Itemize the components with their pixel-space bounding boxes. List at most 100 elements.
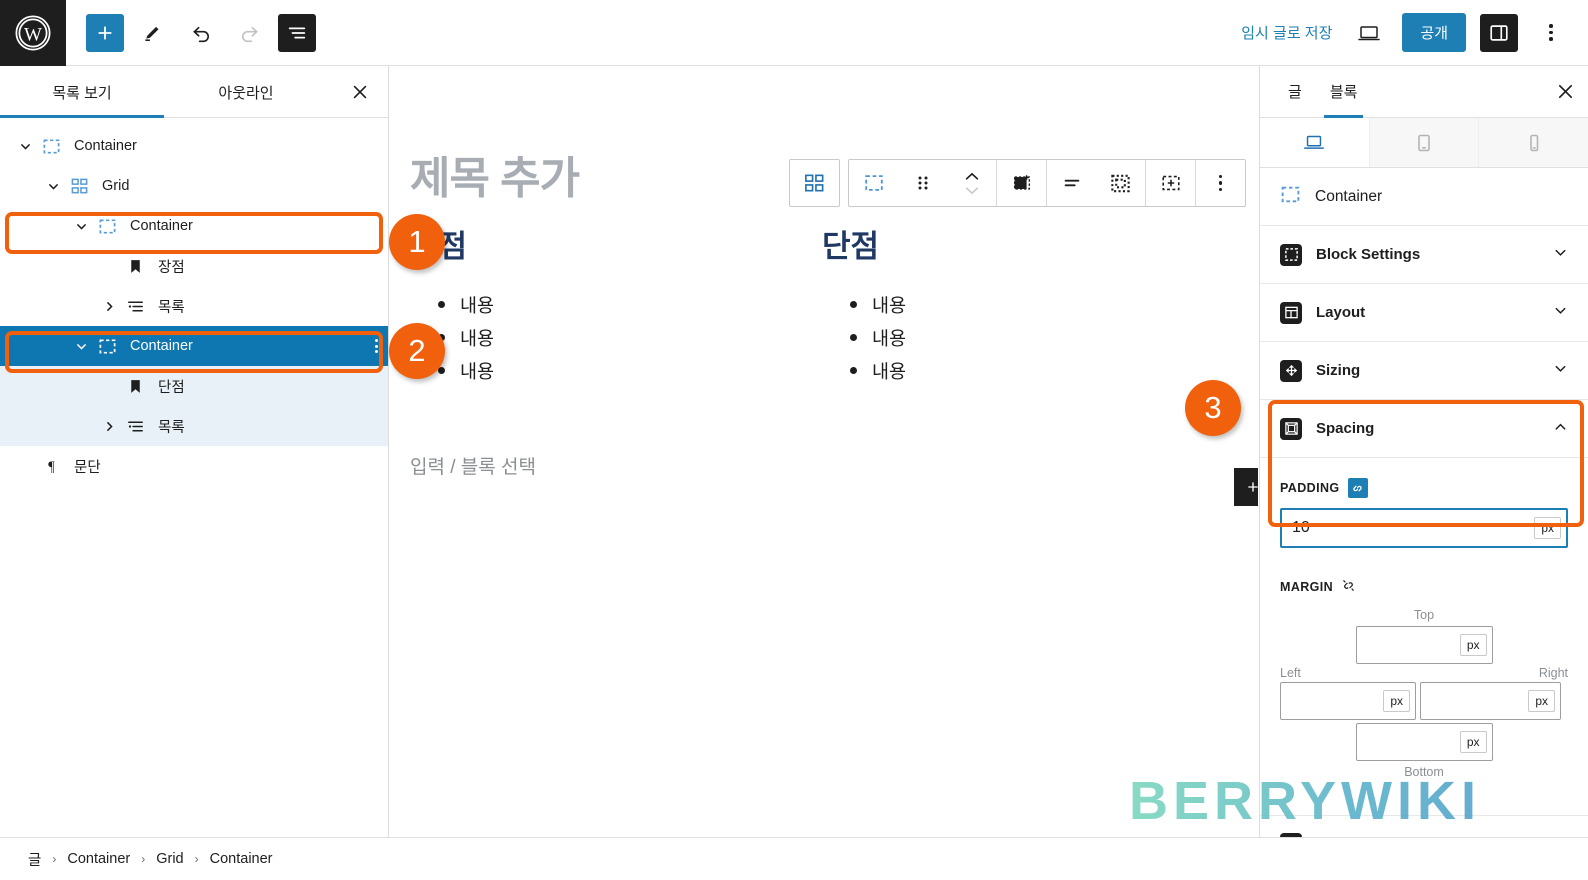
container-block-right[interactable]: 단점 내용 내용 내용 [822,221,1202,391]
list-view-toggle-button[interactable] [278,13,316,52]
padding-input-wrapper[interactable]: px [1280,508,1568,548]
padding-input[interactable] [1282,519,1535,537]
tree-row[interactable]: 목록 [0,286,388,326]
panel-block-settings[interactable]: Block Settings [1260,226,1588,284]
chevron-down-icon[interactable] [40,180,66,193]
preview-desktop-button[interactable] [1350,14,1388,52]
annotation-badge-3: 3 [1185,380,1241,436]
tab-post-settings[interactable]: 글 [1274,66,1316,118]
add-block-inside-icon[interactable] [1146,160,1195,206]
align-icon[interactable] [1047,160,1096,206]
select-parent-block-icon[interactable] [997,160,1046,206]
linked-sides-icon[interactable] [1347,478,1368,498]
margin-right-input-wrapper[interactable]: px [1420,682,1561,720]
tree-row[interactable]: 목록 [0,406,388,446]
chevron-down-icon[interactable] [1553,245,1568,264]
margin-left-input-wrapper[interactable]: px [1280,682,1416,720]
tab-list-view[interactable]: 목록 보기 [0,66,164,118]
margin-right-input[interactable] [1421,693,1529,709]
move-up-down-buttons[interactable] [947,160,996,206]
close-list-view-button[interactable] [344,66,388,118]
inline-block-inserter-button[interactable] [1234,468,1258,506]
list-block-advantages[interactable]: 내용 내용 내용 [410,292,790,384]
chevron-down-icon[interactable] [1553,303,1568,322]
tab-block-settings[interactable]: 블록 [1316,66,1372,118]
chevron-down-icon[interactable] [1553,361,1568,380]
tab-outline[interactable]: 아웃라인 [164,66,328,118]
list-item[interactable]: 내용 [850,325,1202,351]
tablet-device-tab[interactable] [1369,118,1480,167]
tree-row[interactable]: Container [0,126,388,166]
chevron-right-icon[interactable] [96,300,122,313]
padding-label: PADDING [1280,481,1340,495]
list-item[interactable]: 내용 [850,292,1202,318]
row-options-icon[interactable] [375,339,378,353]
undo-button[interactable] [182,14,220,52]
chevron-down-icon[interactable] [68,340,94,353]
margin-bottom-input-wrapper[interactable]: px [1355,723,1493,761]
tree-row-label: Container [130,338,193,354]
tree-row[interactable]: 단점 [0,366,388,406]
container-block-left[interactable]: 장점 내용 내용 내용 [410,221,790,391]
breadcrumb-item-post[interactable]: 글 [28,849,41,870]
list-item[interactable]: 내용 [850,358,1202,384]
margin-left-input[interactable] [1281,693,1384,709]
margin-right-unit[interactable]: px [1528,690,1555,712]
panel-sizing[interactable]: Sizing [1260,342,1588,400]
tree-row-container-selected[interactable]: Container [0,326,388,366]
empty-block-placeholder[interactable]: 입력 / 블록 선택 [410,452,536,479]
publish-button[interactable]: 공개 [1402,13,1466,52]
wordpress-logo-icon[interactable]: W [0,0,66,66]
edit-pencil-button[interactable] [134,14,172,52]
unlinked-sides-icon[interactable] [1341,578,1356,596]
tree-row-container-highlighted[interactable]: Container [0,206,388,246]
panel-spacing[interactable]: Spacing [1260,400,1588,458]
settings-tabs: 글 블록 [1260,66,1588,118]
margin-top-unit[interactable]: px [1459,634,1487,656]
breadcrumb-item-grid[interactable]: Grid [156,851,183,867]
container-block-icon[interactable] [849,160,898,206]
list-item[interactable]: 내용 [438,325,790,351]
margin-top-input-wrapper[interactable]: px [1355,626,1493,664]
add-block-button[interactable] [86,13,124,52]
margin-bottom-input[interactable] [1356,734,1460,750]
list-item[interactable]: 내용 [438,292,790,318]
device-preview-tabs [1260,118,1588,168]
tree-row-label: 목록 [158,419,185,436]
tree-row[interactable]: ¶ 문단 [0,446,388,486]
close-settings-button[interactable] [1542,66,1588,118]
padding-unit-select[interactable]: px [1534,517,1561,539]
tree-row[interactable]: 장점 [0,246,388,286]
container-icon [94,337,120,356]
heading-advantages[interactable]: 장점 [410,221,790,266]
drag-handle-icon[interactable] [898,160,947,206]
tree-row[interactable]: Grid [0,166,388,206]
spacing-controls: PADDING px MARGIN [1260,458,1588,799]
margin-top-input[interactable] [1356,637,1460,653]
redo-button[interactable] [230,14,268,52]
svg-text:W: W [24,24,42,45]
chevron-down-icon[interactable] [68,220,94,233]
margin-bottom-unit[interactable]: px [1459,731,1487,753]
panel-borders[interactable]: Borders [1260,815,1588,837]
post-title-placeholder[interactable]: 제목 추가 [410,142,580,206]
block-more-options-icon[interactable] [1196,160,1245,206]
settings-sidebar-toggle-button[interactable] [1480,13,1518,52]
list-item[interactable]: 내용 [438,358,790,384]
padding-visualizer-icon[interactable] [1096,160,1145,206]
chevron-down-icon[interactable] [12,140,38,153]
panel-layout[interactable]: Layout [1260,284,1588,342]
list-block-disadvantages[interactable]: 내용 내용 내용 [822,292,1202,384]
breadcrumb-item-container-current[interactable]: Container [210,851,273,867]
chevron-right-icon[interactable] [96,420,122,433]
margin-left-unit[interactable]: px [1383,690,1410,712]
grid-block-icon[interactable] [790,160,839,206]
mobile-device-tab[interactable] [1479,118,1588,167]
save-draft-button[interactable]: 임시 글로 저장 [1237,16,1336,49]
breadcrumb-item-container[interactable]: Container [67,851,130,867]
heading-disadvantages[interactable]: 단점 [822,221,1202,266]
more-options-button[interactable] [1532,14,1570,52]
desktop-device-tab[interactable] [1260,118,1370,167]
margin-top-label: Top [1413,608,1435,622]
chevron-up-icon[interactable] [1553,419,1568,438]
